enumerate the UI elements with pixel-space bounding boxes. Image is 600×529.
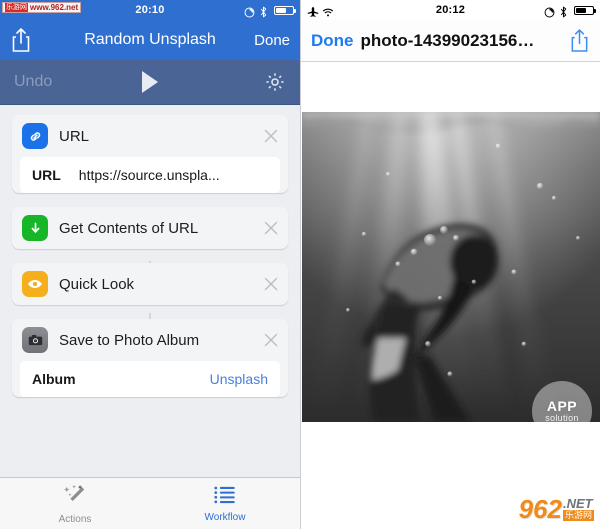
action-card-header: Save to Photo Album (12, 319, 288, 361)
quick-look-preview-panel: 20:12 Done photo-1439902315629-... (300, 0, 600, 529)
screenshot-root: 20:10 Random Unsplash Done Undo URL URL … (0, 0, 600, 529)
download-arrow-icon (22, 215, 48, 241)
nav-bar-right: Done photo-1439902315629-... (301, 20, 600, 62)
close-icon[interactable] (262, 219, 280, 237)
list-icon (213, 484, 237, 510)
eye-icon (22, 271, 48, 297)
action-card-header: Quick Look (12, 263, 288, 305)
action-card-url[interactable]: URL URL https://source.unspla... (12, 115, 288, 193)
parameter-row-url[interactable]: URL https://source.unspla... (20, 157, 280, 193)
camera-icon (22, 327, 48, 353)
action-card-header: Get Contents of URL (12, 207, 288, 249)
status-bar-right: 20:12 (301, 0, 600, 20)
parameter-key: Album (32, 371, 76, 387)
nav-bar-left: Random Unsplash Done (0, 20, 300, 60)
watermark-app-line1: APP (546, 397, 578, 414)
watermark-962-right: .NET 乐游网 (562, 496, 594, 521)
done-button-right[interactable]: Done (311, 31, 354, 51)
undo-button[interactable]: Undo (14, 73, 52, 91)
close-icon[interactable] (262, 127, 280, 145)
battery-icon (574, 5, 596, 15)
watermark-url-text: www.962.net (30, 3, 79, 12)
parameter-row-album[interactable]: Album Unsplash (20, 361, 280, 397)
watermark-962-cn: 乐游网 (562, 510, 594, 521)
done-button-left[interactable]: Done (254, 32, 290, 49)
action-card-save-to-photo-album[interactable]: Save to Photo Album Album Unsplash (12, 319, 288, 397)
close-icon[interactable] (262, 331, 280, 349)
tab-actions[interactable]: Actions (0, 478, 150, 529)
parameter-key: URL (32, 167, 61, 183)
share-icon[interactable] (10, 27, 32, 53)
watermark-app-solution: APP solution (532, 381, 592, 441)
battery-icon (274, 5, 296, 15)
workflow-editor-panel: 20:10 Random Unsplash Done Undo URL URL … (0, 0, 300, 529)
action-title: URL (59, 127, 90, 145)
status-bar-time: 20:12 (435, 4, 466, 16)
tab-bar: Actions Workflow (0, 477, 300, 529)
action-title: Get Contents of URL (59, 219, 199, 237)
close-icon[interactable] (262, 275, 280, 293)
watermark-962-net: 962 .NET 乐游网 (518, 494, 594, 524)
tab-label: Workflow (204, 512, 246, 523)
watermark-962-number: 962 (518, 494, 562, 524)
tab-workflow[interactable]: Workflow (150, 478, 300, 529)
parameter-value[interactable]: Unsplash (210, 371, 268, 387)
share-icon[interactable] (569, 28, 590, 53)
action-card-header: URL (12, 115, 288, 157)
action-title: Save to Photo Album (59, 331, 200, 349)
preview-title: photo-1439902315629-... (360, 30, 536, 50)
workflow-toolbar: Undo (0, 60, 300, 105)
watermark-962-tld: .NET (562, 496, 593, 511)
action-card-get-contents-of-url[interactable]: Get Contents of URL (12, 207, 288, 249)
link-icon (22, 123, 48, 149)
action-title: Quick Look (59, 275, 135, 293)
gear-icon[interactable] (264, 71, 286, 93)
action-card-quick-look[interactable]: Quick Look (12, 263, 288, 305)
play-icon (142, 71, 158, 93)
parameter-value[interactable]: https://source.unspla... (79, 167, 220, 183)
tab-label: Actions (58, 513, 92, 525)
watermark-cn-text: 乐游网 (5, 3, 28, 12)
underwater-photograph (302, 112, 600, 422)
preview-image[interactable] (302, 112, 600, 422)
action-list: URL URL https://source.unspla... Get Con… (0, 105, 300, 477)
watermark-app-line2: solution (545, 412, 579, 423)
magic-wand-icon (62, 483, 88, 512)
watermark-site-top-left: 乐游网 www.962.net (2, 2, 82, 13)
